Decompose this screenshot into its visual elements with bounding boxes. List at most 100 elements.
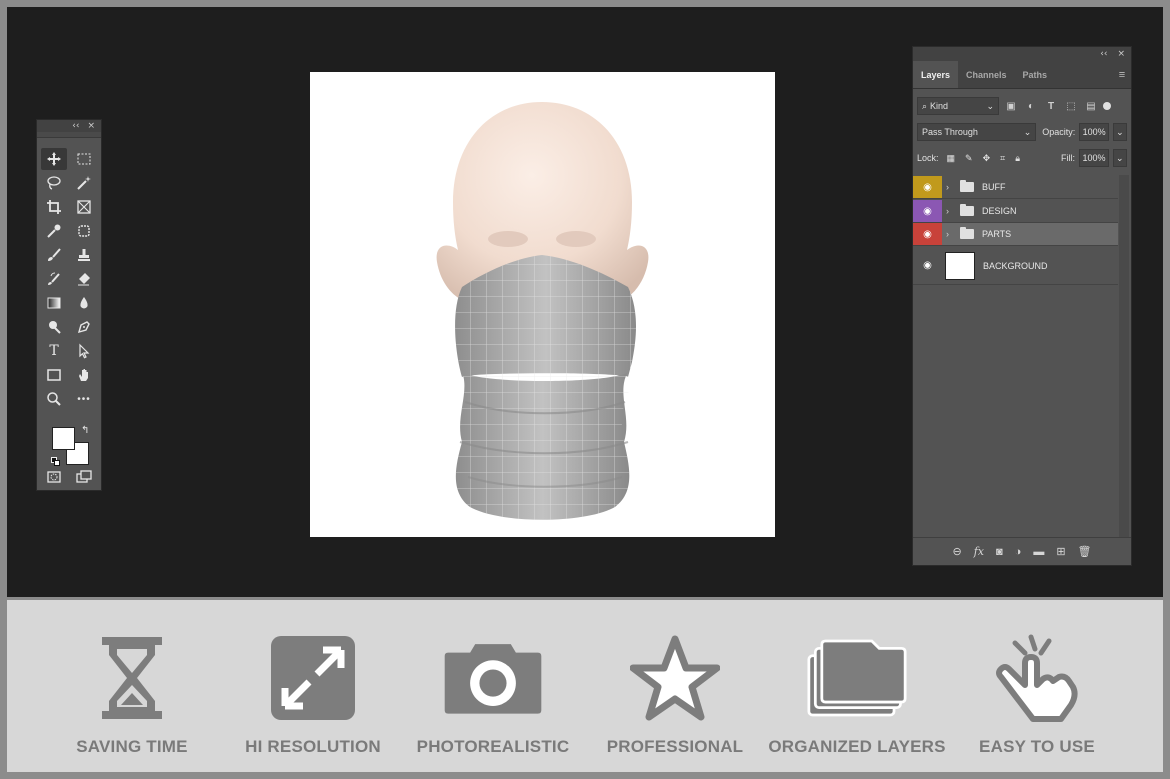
- link-layers-icon[interactable]: ⊖: [953, 545, 962, 558]
- feature-label: ORGANIZED LAYERS: [768, 737, 946, 756]
- quick-mask-icon[interactable]: [41, 466, 67, 488]
- history-brush-tool-icon[interactable]: [41, 268, 67, 290]
- feature-label: EASY TO USE: [979, 737, 1095, 756]
- adjustment-layer-icon[interactable]: ◑: [1015, 546, 1022, 558]
- path-selection-tool-icon[interactable]: [71, 340, 97, 362]
- trash-icon[interactable]: 🗑︎: [1078, 545, 1092, 558]
- layers-scrollbar[interactable]: [1119, 175, 1129, 555]
- screen-mode-icon[interactable]: [71, 466, 97, 488]
- eraser-tool-icon[interactable]: [71, 268, 97, 290]
- add-mask-icon[interactable]: ◙: [996, 546, 1003, 558]
- swap-colors-icon[interactable]: ↰: [81, 425, 89, 436]
- hourglass-icon: [82, 633, 182, 723]
- dodge-tool-icon[interactable]: [41, 316, 67, 338]
- collapse-icon[interactable]: ‹‹: [1100, 49, 1107, 59]
- visibility-eye-icon[interactable]: ◉: [913, 200, 942, 222]
- folder-icon: [960, 204, 974, 216]
- visibility-eye-icon[interactable]: ◉: [913, 247, 942, 284]
- foreground-color-swatch[interactable]: [52, 427, 75, 450]
- feature-label: PHOTOREALISTIC: [416, 737, 570, 756]
- layer-name: DESIGN: [982, 206, 1017, 216]
- lasso-tool-icon[interactable]: [41, 172, 67, 194]
- feature-label: HI RESOLUTION: [245, 737, 381, 756]
- chevron-down-icon: ⌄: [1116, 126, 1124, 137]
- tab-paths[interactable]: Paths: [1015, 61, 1056, 88]
- lock-position-icon[interactable]: ✥: [983, 153, 991, 164]
- visibility-eye-icon[interactable]: ◉: [913, 176, 942, 198]
- chevron-down-icon: ⌄: [1023, 126, 1032, 137]
- tab-layers[interactable]: Layers: [913, 61, 959, 88]
- fill-dropdown[interactable]: ⌄: [1113, 149, 1127, 167]
- feature-label: SAVING TIME: [76, 737, 188, 756]
- layers-panel-footer: ⊖ fx ◙ ◑ ▬ ⊞ 🗑︎: [913, 537, 1131, 565]
- layer-filter-row: ⌕ Kind ⌄ ▣ ◐ T ⬚ ▤: [913, 93, 1131, 119]
- panel-menu-icon[interactable]: ≡: [1113, 61, 1131, 88]
- rectangle-tool-icon[interactable]: [41, 364, 67, 386]
- layer-name: BUFF: [982, 182, 1006, 192]
- filter-toggle-icon[interactable]: [1103, 102, 1111, 110]
- lock-all-icon[interactable]: 🔒︎: [1015, 153, 1020, 164]
- fill-field[interactable]: 100%: [1079, 149, 1109, 167]
- feature-photorealistic: PHOTOREALISTIC: [408, 633, 578, 757]
- collapse-icon[interactable]: ‹‹: [72, 121, 79, 131]
- zoom-tool-icon[interactable]: [41, 388, 67, 410]
- frame-tool-icon[interactable]: [71, 196, 97, 218]
- marquee-tool-icon[interactable]: [71, 148, 97, 170]
- layer-row-buff[interactable]: ◉ › BUFF: [913, 176, 1118, 199]
- type-tool-icon[interactable]: T: [41, 340, 67, 362]
- camera-icon: [443, 633, 543, 723]
- folder-icon: [960, 180, 974, 192]
- blur-tool-icon[interactable]: [71, 292, 97, 314]
- star-icon: [625, 633, 725, 723]
- new-layer-icon[interactable]: ⊞: [1056, 545, 1065, 558]
- chevron-right-icon[interactable]: ›: [946, 182, 956, 192]
- lock-artboard-icon[interactable]: ⌗: [1000, 153, 1005, 164]
- layer-style-icon[interactable]: fx: [974, 545, 984, 558]
- hand-tool-icon[interactable]: [71, 364, 97, 386]
- close-icon[interactable]: ×: [1117, 49, 1125, 59]
- close-icon[interactable]: ×: [87, 121, 95, 131]
- spot-healing-tool-icon[interactable]: [71, 220, 97, 242]
- opacity-field[interactable]: 100%: [1079, 123, 1110, 141]
- chevron-right-icon[interactable]: ›: [946, 229, 956, 239]
- lock-transparent-icon[interactable]: ▦: [947, 153, 956, 164]
- feature-label: PROFESSIONAL: [606, 737, 744, 756]
- opacity-dropdown[interactable]: ⌄: [1113, 123, 1127, 141]
- crop-tool-icon[interactable]: [41, 196, 67, 218]
- layer-name: BACKGROUND: [983, 260, 1048, 271]
- layer-row-design[interactable]: ◉ › DESIGN: [913, 200, 1118, 223]
- type-filter-icon[interactable]: T: [1043, 98, 1059, 114]
- eyedropper-tool-icon[interactable]: [41, 220, 67, 242]
- document-canvas[interactable]: [310, 72, 775, 537]
- move-tool-icon[interactable]: [41, 148, 67, 170]
- layer-row-background[interactable]: ◉ BACKGROUND: [913, 247, 1118, 285]
- folder-icon: [960, 227, 974, 239]
- image-filter-icon[interactable]: ▣: [1003, 98, 1019, 114]
- blend-mode-dropdown[interactable]: Pass Through ⌄: [917, 123, 1037, 141]
- features-band: SAVING TIME HI RESOLUTION PHOTOREALISTIC…: [7, 600, 1163, 772]
- photoshop-workspace: ‹‹ × T ••• ↰ ‹‹ × Layers Channels Paths …: [7, 7, 1163, 597]
- adjustment-filter-icon[interactable]: ◐: [1023, 98, 1039, 114]
- brush-tool-icon[interactable]: [41, 244, 67, 266]
- visibility-eye-icon[interactable]: ◉: [913, 223, 942, 245]
- layer-row-parts[interactable]: ◉ › PARTS: [913, 223, 1118, 246]
- default-colors-icon[interactable]: [51, 457, 60, 466]
- new-group-icon[interactable]: ▬: [1033, 546, 1044, 558]
- feature-saving-time: SAVING TIME: [47, 633, 217, 757]
- pen-tool-icon[interactable]: [71, 316, 97, 338]
- magic-wand-tool-icon[interactable]: [71, 172, 97, 194]
- tools-panel-titlebar: ‹‹ ×: [37, 120, 101, 132]
- chevron-down-icon: ⌄: [1116, 152, 1124, 163]
- kind-filter-dropdown[interactable]: ⌕ Kind ⌄: [917, 97, 999, 115]
- opacity-label: Opacity:: [1042, 127, 1076, 137]
- smart-object-filter-icon[interactable]: ▤: [1083, 98, 1099, 114]
- chevron-right-icon[interactable]: ›: [946, 206, 956, 216]
- clone-stamp-tool-icon[interactable]: [71, 244, 97, 266]
- gradient-tool-icon[interactable]: [41, 292, 67, 314]
- shape-filter-icon[interactable]: ⬚: [1063, 98, 1079, 114]
- lock-image-icon[interactable]: ✎: [965, 153, 973, 164]
- more-tools-icon[interactable]: •••: [71, 388, 97, 410]
- neck-gaiter-mockup-image: [436, 102, 649, 520]
- panel-grip[interactable]: [37, 132, 101, 138]
- tab-channels[interactable]: Channels: [958, 61, 1015, 88]
